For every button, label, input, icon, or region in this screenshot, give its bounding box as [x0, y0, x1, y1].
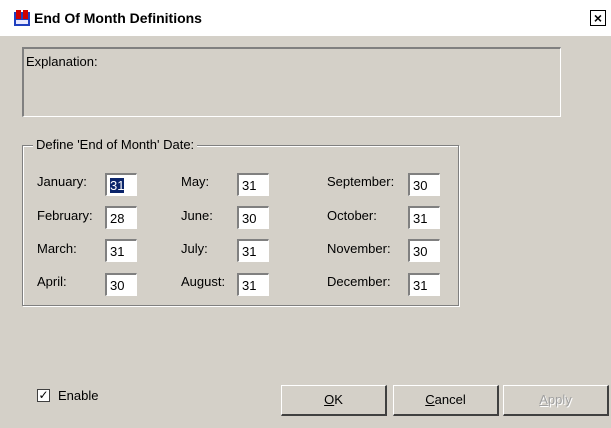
month-label-november: November: — [327, 241, 391, 256]
month-label-april: April: — [37, 274, 67, 289]
month-field-may[interactable]: 31 — [237, 173, 269, 196]
month-field-august[interactable]: 31 — [237, 273, 269, 296]
month-field-april[interactable]: 30 — [105, 273, 137, 296]
month-label-july: July: — [181, 241, 208, 256]
month-label-october: October: — [327, 208, 377, 223]
month-field-july[interactable]: 31 — [237, 239, 269, 262]
month-field-february[interactable]: 28 — [105, 206, 137, 229]
window-title: End Of Month Definitions — [34, 10, 202, 26]
month-field-june[interactable]: 30 — [237, 206, 269, 229]
month-field-september[interactable]: 30 — [408, 173, 440, 196]
explanation-box: Explanation: — [22, 47, 561, 117]
month-label-march: March: — [37, 241, 77, 256]
month-label-january: January: — [37, 174, 87, 189]
month-field-december[interactable]: 31 — [408, 273, 440, 296]
month-label-september: September: — [327, 174, 395, 189]
month-label-june: June: — [181, 208, 213, 223]
month-label-february: February: — [37, 208, 93, 223]
month-field-october[interactable]: 31 — [408, 206, 440, 229]
month-label-august: August: — [181, 274, 226, 289]
group-title: Define 'End of Month' Date: — [33, 137, 198, 152]
close-button[interactable]: × — [590, 10, 606, 26]
month-label-december: December: — [327, 274, 391, 289]
month-field-january[interactable]: 31 — [105, 173, 137, 196]
apply-button[interactable]: Apply — [503, 385, 609, 416]
ok-button[interactable]: OK — [281, 385, 387, 416]
enable-checkbox[interactable]: ✓ — [37, 389, 50, 402]
calendar-app-icon — [14, 10, 30, 26]
explanation-label: Explanation: — [26, 54, 98, 69]
enable-label: Enable — [58, 388, 99, 403]
month-label-may: May: — [181, 174, 210, 189]
month-field-march[interactable]: 31 — [105, 239, 137, 262]
cancel-button[interactable]: Cancel — [393, 385, 499, 416]
title-bar: End Of Month Definitions × — [0, 0, 611, 36]
month-field-november[interactable]: 30 — [408, 239, 440, 262]
